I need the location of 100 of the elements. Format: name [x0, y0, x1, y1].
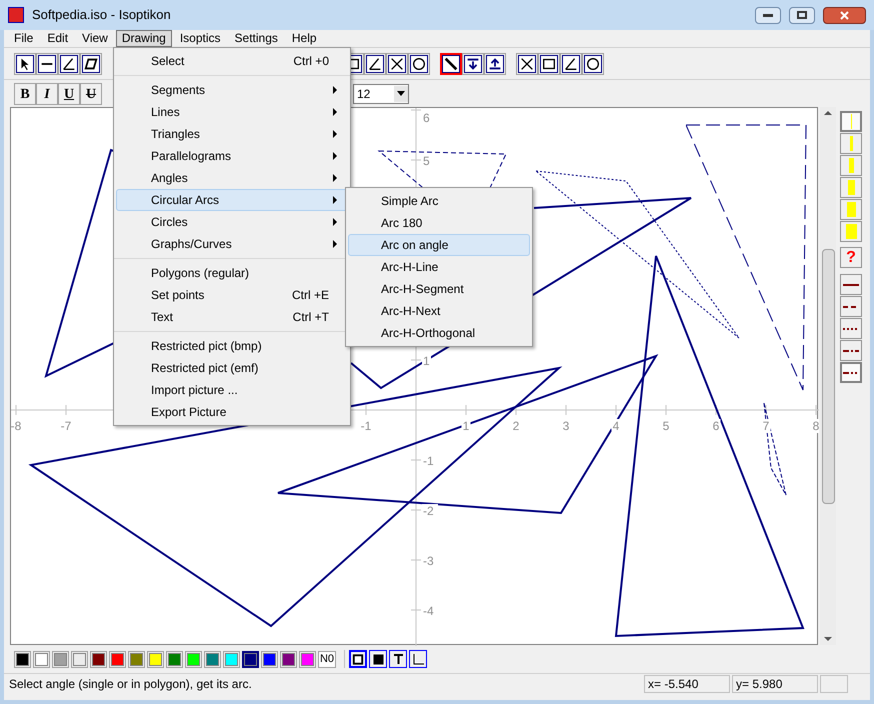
- color-swatch[interactable]: [166, 650, 183, 668]
- menu-item[interactable]: Edit: [41, 30, 74, 47]
- toolbar-button[interactable]: [462, 52, 484, 74]
- color-swatch[interactable]: [185, 650, 202, 668]
- format-button[interactable]: I: [36, 82, 58, 104]
- menu-entry[interactable]: Graphs/Curves: [116, 233, 348, 255]
- toolbar-button[interactable]: [364, 52, 386, 74]
- menu-item[interactable]: File: [8, 30, 40, 47]
- line-style-button[interactable]: [840, 296, 862, 317]
- line-width-button[interactable]: [840, 155, 862, 176]
- color-swatch[interactable]: [52, 650, 69, 668]
- toolbar-button[interactable]: [14, 52, 36, 74]
- toolbar-button[interactable]: [80, 52, 102, 74]
- color-swatch[interactable]: [242, 650, 259, 668]
- format-button[interactable]: U: [58, 82, 80, 104]
- toolbar-button[interactable]: [484, 52, 506, 74]
- menu-entry-label: Polygons (regular): [151, 265, 250, 282]
- color-swatch[interactable]: [33, 650, 50, 668]
- axis-label: 5: [423, 154, 430, 168]
- line-style-button[interactable]: [840, 274, 862, 295]
- line-style-button[interactable]: [840, 318, 862, 339]
- maximize-button[interactable]: [789, 6, 815, 24]
- toolbar-button[interactable]: [408, 52, 430, 74]
- color-swatch[interactable]: [147, 650, 164, 668]
- line-width-button[interactable]: [840, 177, 862, 198]
- scroll-down-icon: [824, 637, 832, 641]
- menu-entry[interactable]: Text Ctrl +T: [116, 306, 348, 328]
- color-swatch[interactable]: [223, 650, 240, 668]
- close-button[interactable]: [823, 6, 866, 24]
- menu-entry[interactable]: Restricted pict (bmp): [116, 335, 348, 357]
- menu-entry[interactable]: Polygons (regular): [116, 262, 348, 284]
- submenu-entry[interactable]: Arc-H-Next: [348, 300, 530, 322]
- submenu-entry[interactable]: Arc 180: [348, 212, 530, 234]
- menu-entry[interactable]: Parallelograms: [116, 145, 348, 167]
- fill-style-button[interactable]: [369, 650, 387, 668]
- format-button[interactable]: B: [14, 82, 36, 104]
- angle-icon: [366, 54, 384, 72]
- submenu-entry[interactable]: Arc-H-Segment: [348, 278, 530, 300]
- color-swatch[interactable]: [299, 650, 316, 668]
- menu-entry[interactable]: Triangles: [116, 123, 348, 145]
- status-message: Select angle (single or in polygon), get its arc.: [9, 676, 253, 692]
- help-button[interactable]: ?: [840, 247, 862, 268]
- toolbar-button[interactable]: [560, 52, 582, 74]
- toolbar-button[interactable]: [538, 52, 560, 74]
- menu-entry[interactable]: Circles: [116, 211, 348, 233]
- submenu-entry[interactable]: Arc-H-Orthogonal: [348, 322, 530, 344]
- line-width-button[interactable]: [840, 133, 862, 154]
- line-style-button[interactable]: [840, 362, 862, 383]
- line-width-button[interactable]: [840, 111, 862, 132]
- line-width-button[interactable]: [840, 199, 862, 220]
- minimize-button[interactable]: [755, 6, 781, 24]
- axis-label: 1: [462, 419, 470, 433]
- menu-entry[interactable]: Select Ctrl +0: [116, 50, 348, 72]
- menu-entry[interactable]: Angles: [116, 167, 348, 189]
- toolbar-button[interactable]: [440, 52, 462, 74]
- axis-label: -8: [11, 419, 22, 433]
- color-swatch[interactable]: [280, 650, 297, 668]
- menu-item[interactable]: Isoptics: [174, 30, 227, 47]
- font-size-dropdown[interactable]: 12: [353, 84, 409, 104]
- color-swatch[interactable]: [261, 650, 278, 668]
- toolbar-button[interactable]: [386, 52, 408, 74]
- submenu-arrow-icon: [333, 218, 337, 226]
- format-button[interactable]: U: [80, 82, 102, 104]
- toolbar-button[interactable]: [58, 52, 80, 74]
- axis-label: -1: [423, 454, 434, 468]
- menu-item[interactable]: Settings: [228, 30, 284, 47]
- axis-label: 8: [812, 419, 819, 433]
- color-swatch[interactable]: [71, 650, 88, 668]
- menu-item[interactable]: Drawing: [116, 30, 172, 47]
- submenu-entry[interactable]: Arc-H-Line: [348, 256, 530, 278]
- color-swatch[interactable]: [204, 650, 221, 668]
- menu-entry-label: Select: [151, 53, 186, 70]
- color-swatch[interactable]: [90, 650, 107, 668]
- submenu-entry[interactable]: Simple Arc: [348, 190, 530, 212]
- menu-entry[interactable]: Segments: [116, 79, 348, 101]
- toolbar-button[interactable]: [36, 52, 58, 74]
- menu-entry[interactable]: Export Picture: [116, 401, 348, 423]
- axis-label: 3: [562, 419, 570, 433]
- fill-style-button[interactable]: [409, 650, 427, 668]
- line-style-button[interactable]: [840, 340, 862, 361]
- submenu-entry[interactable]: Arc on angle: [348, 234, 530, 256]
- color-swatch[interactable]: [128, 650, 145, 668]
- menu-entry[interactable]: Set points Ctrl +E: [116, 284, 348, 306]
- menu-item[interactable]: Help: [286, 30, 323, 47]
- color-swatch[interactable]: [109, 650, 126, 668]
- scroll-thumb[interactable]: [822, 248, 834, 504]
- fill-style-button[interactable]: [389, 650, 407, 668]
- menu-entry[interactable]: Restricted pict (emf): [116, 357, 348, 379]
- toolbar-button[interactable]: [516, 52, 538, 74]
- submenu-arrow-icon: [333, 108, 337, 116]
- vertical-scrollbar[interactable]: [820, 107, 836, 645]
- fill-style-button[interactable]: [349, 650, 367, 668]
- fill-style-icon: [370, 652, 386, 666]
- menu-item[interactable]: View: [76, 30, 114, 47]
- line-width-button[interactable]: [840, 221, 862, 242]
- no-color-button[interactable]: N0: [318, 650, 336, 668]
- menu-entry[interactable]: Circular Arcs: [116, 189, 348, 211]
- color-swatch[interactable]: [14, 650, 31, 668]
- menu-entry[interactable]: Import picture ...: [116, 379, 348, 401]
- toolbar-button[interactable]: [582, 52, 604, 74]
